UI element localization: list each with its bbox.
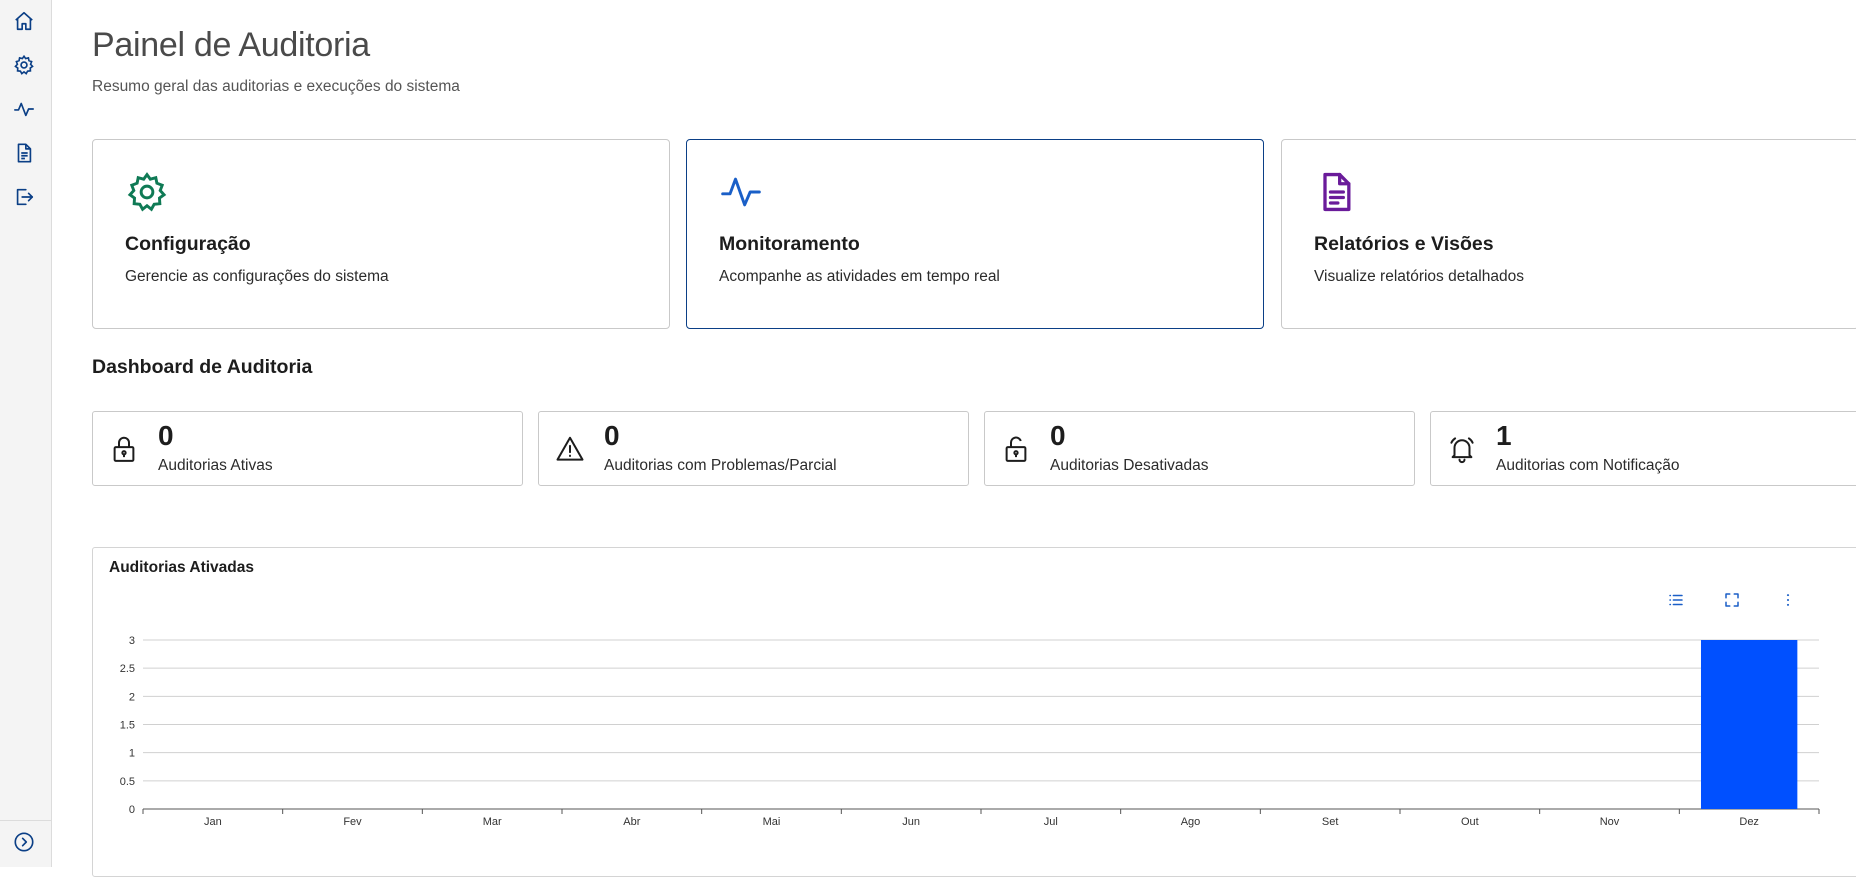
card-description: Acompanhe as atividades em tempo real — [719, 268, 1000, 285]
logout-icon — [16, 188, 34, 206]
page-subtitle: Resumo geral das auditorias e execuções … — [92, 78, 460, 95]
gear-icon — [127, 172, 167, 212]
stat-label: Auditorias com Notificação — [1496, 457, 1680, 474]
page-title: Painel de Auditoria — [92, 26, 370, 64]
card-description: Gerencie as configurações do sistema — [125, 268, 389, 285]
y-tick-label: 2 — [129, 691, 135, 703]
y-tick-label: 0 — [129, 804, 135, 816]
fullscreen-icon — [1725, 593, 1739, 607]
x-tick-label: Ago — [1181, 816, 1201, 828]
stat-auditorias-ativas[interactable]: 0 Auditorias Ativas — [92, 411, 523, 486]
lock-icon — [113, 436, 135, 462]
x-tick-label: Mai — [763, 816, 781, 828]
bar-chart: 0 0.5 1 1.5 2 2.5 3 Jan Fev Mar Abr Mai Jun Jul Ago Set… — [120, 635, 1820, 828]
sidebar-monitoring-button[interactable] — [12, 97, 36, 121]
bell-icon — [1450, 437, 1474, 464]
chart-panel: 0 0.5 1 1.5 2 2.5 3 Jan Fev Mar Abr Mai Jun Jul Ago Set… — [92, 547, 1856, 877]
x-tick-label: Dez — [1739, 816, 1759, 828]
chart-legend-button[interactable] — [1664, 588, 1688, 612]
card-configuracao[interactable]: Configuração Gerencie as configurações d… — [92, 139, 670, 329]
more-vertical-icon — [1786, 594, 1790, 606]
gear-icon — [14, 54, 34, 75]
stat-value: 0 — [158, 420, 174, 451]
chart-title: Auditorias Ativadas — [109, 559, 254, 576]
x-tick-label: Mar — [483, 816, 502, 828]
chart-fullscreen-button[interactable] — [1720, 588, 1744, 612]
stat-label: Auditorias Ativas — [158, 457, 273, 474]
y-tick-label: 0.5 — [120, 776, 135, 788]
home-icon — [15, 11, 33, 31]
stat-auditorias-problemas[interactable]: 0 Auditorias com Problemas/Parcial — [538, 411, 969, 486]
stat-value: 0 — [1050, 420, 1066, 451]
x-tick-label: Jan — [204, 816, 222, 828]
sidebar-home-button[interactable] — [12, 9, 36, 33]
card-relatorios[interactable]: Relatórios e Visões Visualize relatórios… — [1281, 139, 1856, 329]
x-tick-label: Fev — [343, 816, 362, 828]
y-tick-label: 2.5 — [120, 663, 135, 675]
card-title: Relatórios e Visões — [1314, 233, 1494, 255]
x-tick-label: Nov — [1600, 816, 1620, 828]
x-tick-label: Jun — [902, 816, 920, 828]
stat-auditorias-desativadas[interactable]: 0 Auditorias Desativadas — [984, 411, 1415, 486]
document-icon — [17, 143, 32, 163]
main-content: Painel de Auditoria Resumo geral das aud… — [52, 0, 1856, 877]
x-tick-label: Set — [1322, 816, 1339, 828]
x-tick-label: Jul — [1044, 816, 1058, 828]
card-title: Monitoramento — [719, 233, 860, 255]
activity-icon — [14, 102, 34, 117]
card-title: Configuração — [125, 233, 251, 255]
warning-icon — [556, 436, 584, 461]
y-tick-label: 1.5 — [120, 720, 135, 732]
stat-value: 1 — [1496, 420, 1512, 451]
sidebar — [0, 0, 52, 867]
activity-icon — [721, 177, 761, 207]
expand-chevron-icon — [14, 832, 34, 852]
list-icon — [1669, 594, 1683, 606]
dashboard-title: Dashboard de Auditoria — [92, 356, 313, 378]
x-tick-label: Abr — [623, 816, 640, 828]
sidebar-expand-button[interactable] — [12, 830, 36, 854]
y-tick-label: 1 — [129, 748, 135, 760]
unlock-icon — [1005, 436, 1027, 462]
card-monitoramento[interactable]: Monitoramento Acompanhe as atividades em… — [686, 139, 1264, 329]
sidebar-logout-button[interactable] — [12, 185, 36, 209]
sidebar-settings-button[interactable] — [12, 53, 36, 77]
y-tick-label: 3 — [129, 635, 135, 647]
card-description: Visualize relatórios detalhados — [1314, 268, 1524, 285]
chart-more-button[interactable] — [1776, 588, 1800, 612]
stat-label: Auditorias Desativadas — [1050, 457, 1209, 474]
bar — [1700, 640, 1798, 809]
sidebar-reports-button[interactable] — [12, 141, 36, 165]
x-tick-label: Out — [1461, 816, 1479, 828]
sidebar-divider — [0, 820, 52, 821]
stat-value: 0 — [604, 420, 620, 451]
stat-label: Auditorias com Problemas/Parcial — [604, 457, 837, 474]
stat-auditorias-notificacao[interactable]: 1 Auditorias com Notificação — [1430, 411, 1856, 486]
document-icon — [1323, 172, 1351, 212]
